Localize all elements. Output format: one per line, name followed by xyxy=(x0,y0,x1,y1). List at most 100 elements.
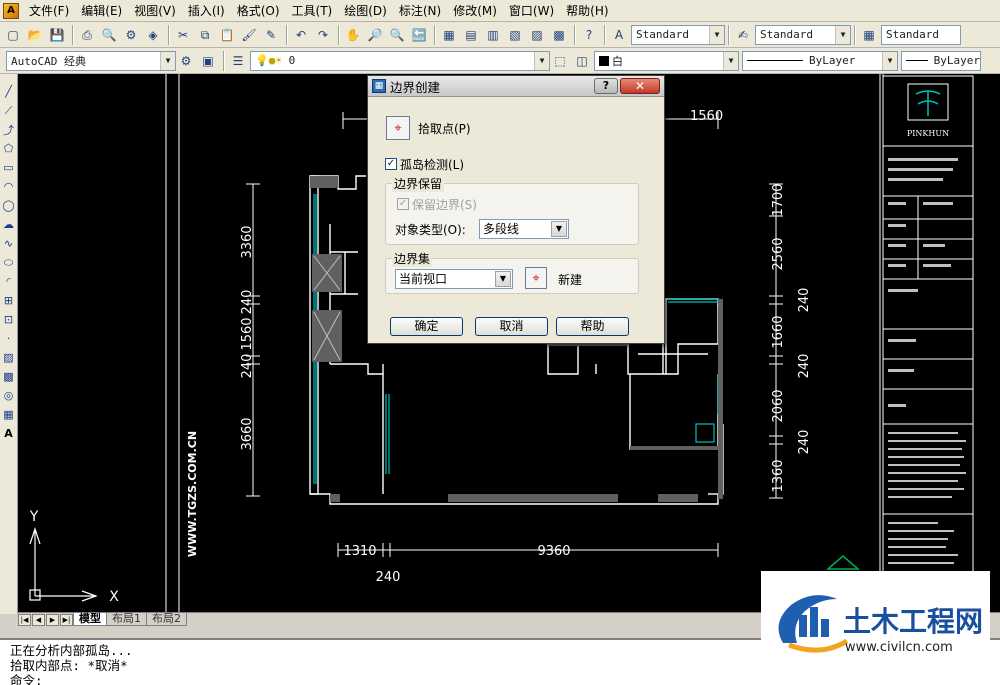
make-block-icon[interactable]: ⊡ xyxy=(2,310,16,329)
ucs-y-label: Y xyxy=(29,509,39,525)
zoom-window-icon[interactable]: 🔍 xyxy=(387,25,407,45)
spline-icon[interactable]: ∿ xyxy=(2,234,16,253)
calculator-icon[interactable]: ▩ xyxy=(549,25,569,45)
island-detection-checkbox[interactable]: ✓ xyxy=(385,158,397,170)
block-editor-icon[interactable]: ✎ xyxy=(261,25,281,45)
construction-line-icon[interactable]: ⟋ xyxy=(2,101,16,120)
menu-view[interactable]: 视图(V) xyxy=(128,0,182,22)
make-object-layer-current-icon[interactable]: ⬚ xyxy=(550,51,570,71)
tab-layout2[interactable]: 布局2 xyxy=(146,613,187,626)
pick-points-icon[interactable]: ⌖ xyxy=(386,116,410,140)
menu-format[interactable]: 格式(O) xyxy=(231,0,286,22)
dialog-close-icon[interactable]: ✕ xyxy=(620,78,660,94)
undo-icon[interactable]: ↶ xyxy=(291,25,311,45)
insert-block-icon[interactable]: ⊞ xyxy=(2,291,16,310)
layer-select[interactable]: 💡●☀ 0 ▼ xyxy=(250,50,550,71)
polygon-icon[interactable]: ⬠ xyxy=(2,139,16,158)
new-boundary-set-label[interactable]: 新建 xyxy=(558,271,582,288)
pan-icon[interactable]: ✋ xyxy=(343,25,363,45)
linetype-select[interactable]: ByLayer ▼ xyxy=(742,50,898,71)
new-file-icon[interactable]: ▢ xyxy=(3,25,23,45)
zoom-realtime-icon[interactable]: 🔎 xyxy=(365,25,385,45)
text-style-select[interactable]: Standard ▼ xyxy=(631,24,725,45)
ellipse-arc-icon[interactable]: ◜ xyxy=(2,272,16,291)
rectangle-icon[interactable]: ▭ xyxy=(2,158,16,177)
polyline-icon[interactable]: ⤴ xyxy=(2,120,16,139)
dim-style-icon[interactable]: ✍ xyxy=(733,25,753,45)
text-style-icon[interactable]: A xyxy=(609,25,629,45)
line-icon[interactable]: ╱ xyxy=(2,82,16,101)
markup-icon[interactable]: ▨ xyxy=(527,25,547,45)
multiline-text-icon[interactable]: A xyxy=(2,424,16,443)
tab-first-icon[interactable]: |◀ xyxy=(18,613,31,626)
menu-edit[interactable]: 编辑(E) xyxy=(75,0,128,22)
tab-model[interactable]: 模型 xyxy=(73,613,107,626)
workspace-settings-icon[interactable]: ⚙ xyxy=(176,51,196,71)
workspace-select[interactable]: AutoCAD 经典 ▼ xyxy=(6,50,176,71)
menu-window[interactable]: 窗口(W) xyxy=(503,0,560,22)
table-style-select[interactable]: Standard xyxy=(881,24,961,45)
dialog-help-icon[interactable]: ? xyxy=(594,78,618,94)
menu-insert[interactable]: 插入(I) xyxy=(182,0,231,22)
3d-dwf-icon[interactable]: ◈ xyxy=(143,25,163,45)
gradient-icon[interactable]: ▩ xyxy=(2,367,16,386)
vertical-watermark-text: WWW.TGZS.COM.CN xyxy=(186,431,199,557)
point-icon[interactable]: · xyxy=(2,329,16,348)
properties-icon[interactable]: ▦ xyxy=(439,25,459,45)
match-properties-icon[interactable]: 🖌 xyxy=(239,25,259,45)
tab-last-icon[interactable]: ▶| xyxy=(60,613,73,626)
pick-points-label[interactable]: 拾取点(P) xyxy=(418,120,471,137)
lineweight-select[interactable]: ByLayer xyxy=(901,50,981,71)
sheet-set-icon[interactable]: ▧ xyxy=(505,25,525,45)
print-icon[interactable]: ⎙ xyxy=(77,25,97,45)
region-icon[interactable]: ◎ xyxy=(2,386,16,405)
cut-icon[interactable]: ✂ xyxy=(173,25,193,45)
layer-previous-icon[interactable]: ◫ xyxy=(572,51,592,71)
workspace-save-icon[interactable]: ▣ xyxy=(198,51,218,71)
ok-button[interactable]: 确定 xyxy=(390,317,463,336)
ellipse-icon[interactable]: ⬭ xyxy=(2,253,16,272)
hatch-icon[interactable]: ▨ xyxy=(2,348,16,367)
arc-icon[interactable]: ◠ xyxy=(2,177,16,196)
zoom-previous-icon[interactable]: 🔙 xyxy=(409,25,429,45)
menu-draw[interactable]: 绘图(D) xyxy=(338,0,393,22)
layer-manager-icon[interactable]: ☰ xyxy=(228,51,248,71)
open-file-icon[interactable]: 📂 xyxy=(25,25,45,45)
dim-style-select[interactable]: Standard ▼ xyxy=(755,24,851,45)
tab-next-icon[interactable]: ▶ xyxy=(46,613,59,626)
redo-icon[interactable]: ↷ xyxy=(313,25,333,45)
object-type-select[interactable]: 多段线 ▼ xyxy=(479,219,569,239)
tab-prev-icon[interactable]: ◀ xyxy=(32,613,45,626)
boundary-retention-title: 边界保留 xyxy=(392,175,445,192)
circle-icon[interactable]: ◯ xyxy=(2,196,16,215)
table-icon[interactable]: ▦ xyxy=(2,405,16,424)
boundary-set-select[interactable]: 当前视口 ▼ xyxy=(395,269,513,289)
table-style-icon[interactable]: ▦ xyxy=(859,25,879,45)
civilcn-logo-icon xyxy=(778,595,849,653)
retain-boundaries-checkbox[interactable]: ✓ xyxy=(397,198,409,210)
menu-file[interactable]: 文件(F) xyxy=(23,0,75,22)
menu-bar: A 文件(F) 编辑(E) 视图(V) 插入(I) 格式(O) 工具(T) 绘图… xyxy=(0,0,1000,22)
autocad-app-icon[interactable]: A xyxy=(3,2,19,19)
color-select[interactable]: 白 ▼ xyxy=(594,50,739,71)
dialog-titlebar[interactable]: ▦ 边界创建 ? ✕ xyxy=(368,76,664,97)
save-icon[interactable]: 💾 xyxy=(47,25,67,45)
tool-palettes-icon[interactable]: ▥ xyxy=(483,25,503,45)
menu-dimension[interactable]: 标注(N) xyxy=(393,0,447,22)
print-preview-icon[interactable]: 🔍 xyxy=(99,25,119,45)
titleblock-logo-text: PINKHUN xyxy=(907,129,949,138)
new-boundary-set-icon[interactable]: ⌖ xyxy=(525,267,547,289)
cancel-button[interactable]: 取消 xyxy=(475,317,548,336)
copy-icon[interactable]: ⧉ xyxy=(195,25,215,45)
revision-cloud-icon[interactable]: ☁ xyxy=(2,215,16,234)
design-center-icon[interactable]: ▤ xyxy=(461,25,481,45)
publish-icon[interactable]: ⚙ xyxy=(121,25,141,45)
menu-help[interactable]: 帮助(H) xyxy=(560,0,614,22)
island-detection-label[interactable]: 孤岛检测(L) xyxy=(400,156,464,173)
help-icon[interactable]: ? xyxy=(579,25,599,45)
help-button[interactable]: 帮助 xyxy=(556,317,629,336)
tab-layout1[interactable]: 布局1 xyxy=(106,613,147,626)
paste-icon[interactable]: 📋 xyxy=(217,25,237,45)
menu-modify[interactable]: 修改(M) xyxy=(447,0,503,22)
menu-tools[interactable]: 工具(T) xyxy=(286,0,339,22)
